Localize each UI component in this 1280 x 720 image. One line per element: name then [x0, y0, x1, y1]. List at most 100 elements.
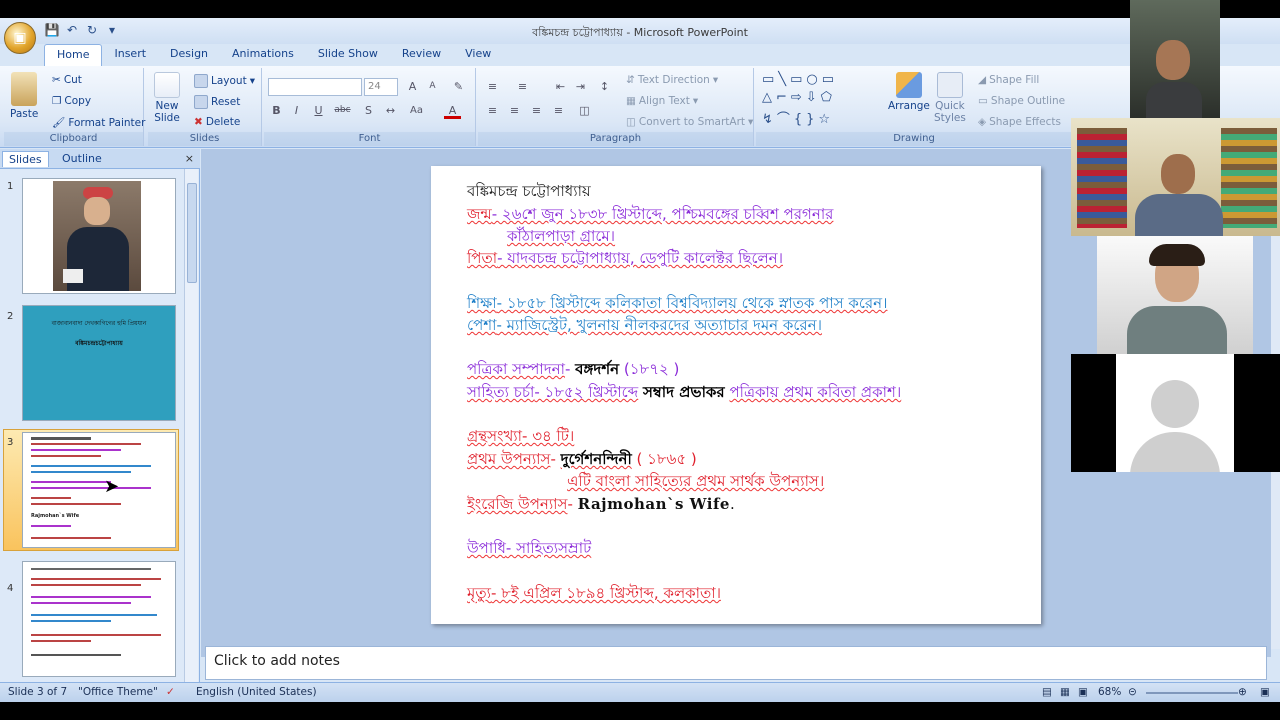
- shape-effects-button[interactable]: ◈ Shape Effects: [978, 116, 1061, 128]
- align-center-icon[interactable]: ≡: [506, 102, 523, 119]
- shapes-gallery-row2[interactable]: △⌐⇨⇩⬠: [762, 90, 836, 105]
- zoom-in-icon[interactable]: ⊕: [1238, 686, 1247, 698]
- change-case-icon[interactable]: Aa: [408, 102, 425, 119]
- paragraph-group: ≡ ≡ ⇤ ⇥ ↕ ≡ ≡ ≡ ≡ ◫ ⇵ Text Direction ▾ ▦ Al…: [478, 68, 754, 146]
- underline-icon[interactable]: U: [310, 102, 327, 119]
- shape-fill-button[interactable]: ◢ Shape Fill: [978, 74, 1039, 86]
- spacing-icon[interactable]: ↔: [382, 102, 399, 119]
- slide-thumbnail-2[interactable]: বাজাবানবাদা দেখকাগিগের হুমি প্রিয়যান বঙ…: [22, 305, 176, 421]
- shapes-gallery[interactable]: ▭╲▭○▭: [762, 72, 838, 87]
- spellcheck-icon[interactable]: ✓: [166, 686, 175, 698]
- panel-tab-outline[interactable]: Outline: [56, 151, 108, 166]
- shadow-icon[interactable]: S: [360, 102, 377, 119]
- save-icon[interactable]: 💾: [44, 22, 60, 38]
- panel-tab-slides[interactable]: Slides: [2, 151, 49, 167]
- bold-icon[interactable]: B: [268, 102, 285, 119]
- new-slide-button[interactable]: New Slide: [154, 72, 180, 124]
- tab-slide-show[interactable]: Slide Show: [306, 44, 390, 66]
- shapes-gallery-row3[interactable]: ↯⌒{}☆: [762, 108, 834, 127]
- slide-number: 1: [7, 181, 14, 192]
- copy-button[interactable]: ❐ Copy: [52, 95, 91, 107]
- slides-panel-scrollbar[interactable]: [184, 169, 198, 682]
- slide-number: 3: [7, 437, 14, 448]
- delete-button[interactable]: ✖ Delete: [194, 116, 240, 128]
- slides-group: New Slide Layout ▾ Reset ✖ Delete Slides: [148, 68, 262, 146]
- arrange-button[interactable]: Arrange: [888, 72, 930, 112]
- customize-qat-icon[interactable]: ▾: [104, 22, 120, 38]
- undo-icon[interactable]: ↶: [64, 22, 80, 38]
- shape-outline-button[interactable]: ▭ Shape Outline: [978, 95, 1065, 107]
- effects-icon: ◈: [978, 116, 987, 128]
- grow-font-icon[interactable]: A: [404, 78, 421, 95]
- format-painter-button[interactable]: 🖌 Format Painter: [52, 116, 145, 130]
- font-color-icon[interactable]: A: [444, 102, 461, 119]
- fill-icon: ◢: [978, 74, 987, 86]
- layout-icon: [194, 74, 208, 88]
- slides-label: Slides: [148, 132, 261, 146]
- columns-icon[interactable]: ◫: [576, 102, 593, 119]
- video-tile-participant-2: [1071, 118, 1280, 236]
- slide-thumbnail-4[interactable]: [22, 561, 176, 677]
- window-title: বঙ্কিমচন্দ্র চট্টোপাধ্যায় - Microsoft P…: [532, 26, 748, 39]
- slide-thumbnail-1[interactable]: [22, 178, 176, 294]
- close-icon[interactable]: ×: [185, 152, 194, 165]
- birth-line: জন্ম- ২৬শে জুন ১৮৩৮ খ্রিস্টাব্দে, পশ্চিম…: [467, 205, 834, 223]
- current-slide[interactable]: বঙ্কিমচন্দ্র চট্টোপাধ্যায় জন্ম- ২৬শে জু…: [431, 166, 1041, 624]
- literature-line: সাহিত্য চর্চা- ১৮৫২ খ্রিস্টাব্দে সম্বাদ …: [467, 383, 902, 401]
- redo-icon[interactable]: ↻: [84, 22, 100, 38]
- slideshow-view-icon[interactable]: ▣: [1078, 686, 1088, 698]
- decrease-indent-icon[interactable]: ⇤: [552, 78, 569, 95]
- zoom-out-icon[interactable]: ⊝: [1128, 686, 1137, 698]
- tab-design[interactable]: Design: [158, 44, 220, 66]
- cut-button[interactable]: ✂ Cut: [52, 74, 82, 86]
- zoom-slider[interactable]: [1146, 692, 1238, 694]
- clipboard-label: Clipboard: [4, 132, 143, 146]
- increase-indent-icon[interactable]: ⇥: [572, 78, 589, 95]
- text-direction-icon: ⇵: [626, 74, 635, 86]
- tab-home[interactable]: Home: [44, 44, 103, 66]
- office-button[interactable]: ▣: [4, 22, 36, 54]
- tab-review[interactable]: Review: [390, 44, 453, 66]
- justify-icon[interactable]: ≡: [550, 102, 567, 119]
- clipboard-group: Paste ✂ Cut ❐ Copy 🖌 Format Painter Clipboa…: [4, 68, 145, 146]
- slide-thumbnail-3[interactable]: Rajmohan`s Wife: [22, 432, 176, 548]
- language-indicator[interactable]: English (United States): [196, 686, 317, 698]
- smartart-icon: ◫: [626, 116, 636, 128]
- tab-animations[interactable]: Animations: [220, 44, 306, 66]
- text-direction-button[interactable]: ⇵ Text Direction ▾: [626, 74, 718, 86]
- font-size-field[interactable]: 24: [364, 78, 398, 96]
- paste-button[interactable]: Paste: [10, 72, 38, 120]
- books-line: গ্রন্থসংখ্যা- ৩৪ টি।: [467, 427, 575, 445]
- font-name-field[interactable]: [268, 78, 362, 96]
- line-spacing-icon[interactable]: ↕: [596, 78, 613, 95]
- normal-view-icon[interactable]: ▤: [1042, 686, 1052, 698]
- tab-insert[interactable]: Insert: [102, 44, 158, 66]
- align-right-icon[interactable]: ≡: [528, 102, 545, 119]
- layout-button[interactable]: Layout ▾: [194, 74, 255, 88]
- title-bar: বঙ্কিমচন্দ্র চট্টোপাধ্যায় - Microsoft P…: [0, 18, 1280, 44]
- align-left-icon[interactable]: ≡: [484, 102, 501, 119]
- clear-format-icon[interactable]: ✎: [450, 78, 467, 95]
- first-novel-line: প্রথম উপন্যাস- দুর্গেশনন্দিনী ( ১৮৬৫ ): [467, 450, 697, 468]
- numbering-icon[interactable]: ≡: [514, 78, 531, 95]
- brush-icon: 🖌: [52, 117, 66, 129]
- portrait-image: [53, 181, 141, 291]
- fit-window-icon[interactable]: ▣: [1260, 686, 1270, 698]
- quick-styles-button[interactable]: Quick Styles: [934, 72, 966, 124]
- scissors-icon: ✂: [52, 74, 61, 86]
- align-text-button[interactable]: ▦ Align Text ▾: [626, 95, 698, 107]
- tab-view[interactable]: View: [453, 44, 503, 66]
- notes-pane[interactable]: Click to add notes: [205, 646, 1267, 680]
- zoom-level[interactable]: 68%: [1098, 686, 1121, 698]
- italic-icon[interactable]: I: [288, 102, 305, 119]
- title-award-line: উপাধি- সাহিত্যসম্রাট: [467, 539, 592, 557]
- convert-smartart-button[interactable]: ◫ Convert to SmartArt ▾: [626, 116, 753, 128]
- shrink-font-icon[interactable]: A: [424, 78, 441, 95]
- video-tile-participant-4: [1071, 354, 1280, 472]
- strikethrough-icon[interactable]: abc: [334, 102, 351, 119]
- align-text-icon: ▦: [626, 95, 636, 107]
- bullets-icon[interactable]: ≡: [484, 78, 501, 95]
- reset-button[interactable]: Reset: [194, 95, 240, 109]
- slide-sorter-icon[interactable]: ▦: [1060, 686, 1070, 698]
- ribbon-tabs: Home Insert Design Animations Slide Show…: [44, 44, 503, 66]
